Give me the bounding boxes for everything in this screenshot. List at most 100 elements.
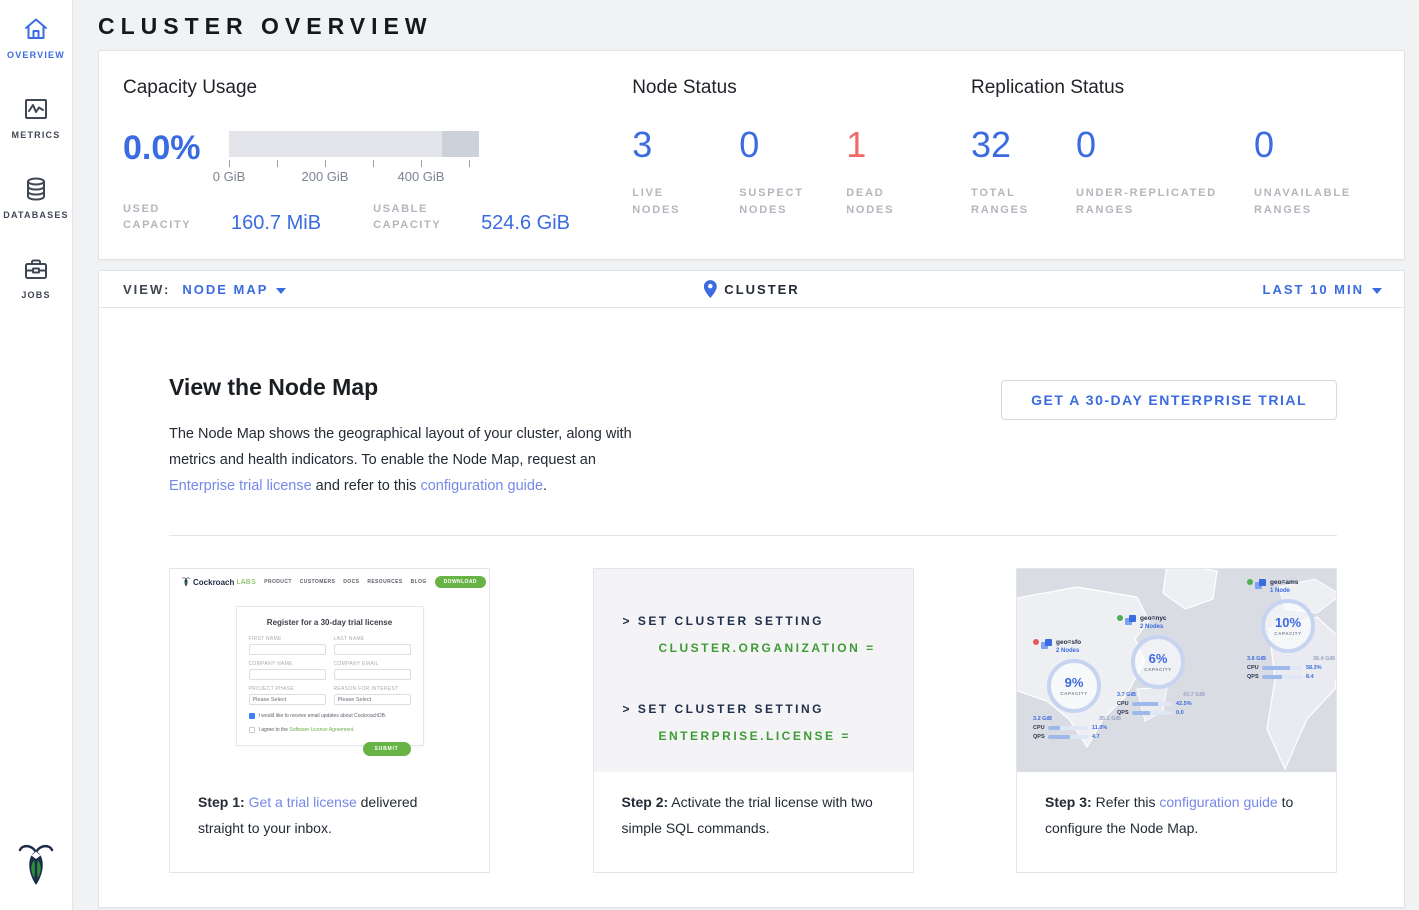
enterprise-trial-license-link[interactable]: Enterprise trial license: [169, 478, 312, 494]
cluster-used: 3.2 GiB: [1033, 716, 1052, 722]
time-range-dropdown[interactable]: LAST 10 MIN: [1263, 282, 1382, 297]
sql-line-2: CLUSTER.ORGANIZATION =: [659, 641, 913, 655]
capacity-gauge: 6% CAPACITY: [1131, 635, 1185, 689]
sidebar-item-databases[interactable]: DATABASES: [3, 174, 68, 220]
cluster-locality: geo=nyc: [1140, 615, 1167, 623]
mini-field-first-name: FIRST NAME: [249, 636, 326, 642]
dead-nodes-stat: 1 DEAD NODES: [846, 125, 953, 219]
suspect-nodes-value: 0: [739, 125, 846, 165]
main-content: CLUSTER OVERVIEW Capacity Usage 0.0%: [73, 0, 1419, 910]
qps-value: 0.0: [1176, 710, 1184, 716]
configuration-guide-link[interactable]: configuration guide: [420, 478, 543, 494]
cluster-locality: geo=ams: [1270, 579, 1298, 587]
mini-input: [334, 644, 411, 655]
used-capacity-value: 160.7 MiB: [231, 213, 321, 233]
chevron-down-icon: [1372, 282, 1382, 297]
qps-label: QPS: [1117, 710, 1132, 716]
mini-site-brand-suffix: LABS: [236, 579, 256, 586]
step1-label: Step 1:: [198, 794, 249, 810]
map-cluster-sfo: geo=sfo 2 Nodes 9% CAPACITY 3.2 GiB35.1 …: [1033, 639, 1125, 740]
step2-card: > SET CLUSTER SETTING CLUSTER.ORGANIZATI…: [593, 568, 914, 873]
capacity-percent: 0.0%: [123, 129, 218, 185]
view-dropdown[interactable]: NODE MAP: [182, 282, 286, 297]
cluster-total: 35.1 GiB: [1099, 716, 1121, 722]
location-pin-icon: [703, 280, 716, 298]
cpu-value: 42.5%: [1176, 701, 1192, 707]
live-nodes-value: 3: [632, 125, 739, 165]
capacity-bar-chart: 0 GiB 200 GiB 400 GiB: [229, 131, 479, 185]
desc-text-1: The Node Map shows the geographical layo…: [169, 426, 632, 468]
capacity-axis-labels: 0 GiB 200 GiB 400 GiB: [229, 169, 469, 185]
cluster-locality: geo=sfo: [1056, 639, 1081, 647]
nodes-cube-icon: [1125, 615, 1136, 626]
mini-checkbox-checked: [249, 713, 255, 719]
mini-form-title: Register for a 30-day trial license: [249, 618, 411, 627]
cpu-value: 11.0%: [1092, 725, 1107, 731]
nodes-cube-icon: [1041, 639, 1052, 650]
usable-capacity-label: USABLE CAPACITY: [373, 201, 469, 233]
mini-input: [249, 669, 326, 680]
mini-bug-logo-icon: [182, 576, 190, 588]
under-replicated-ranges-label: UNDER-REPLICATED RANGES: [1076, 185, 1246, 219]
sidebar: OVERVIEW METRICS DATABASES: [0, 0, 73, 910]
mini-nav-docs: DOCS: [343, 579, 359, 585]
sql-line-1: > SET CLUSTER SETTING: [623, 614, 913, 628]
usable-capacity-value: 524.6 GiB: [481, 213, 570, 233]
metrics-icon: [21, 94, 51, 124]
step3-image-node-map-preview: geo=sfo 2 Nodes 9% CAPACITY 3.2 GiB35.1 …: [1017, 569, 1336, 772]
unavailable-ranges-label: UNAVAILABLE RANGES: [1254, 185, 1364, 219]
view-label: VIEW:: [123, 282, 170, 297]
mini-field-company-email: COMPANY EMAIL: [334, 661, 411, 667]
mini-site-brand-name: Cockroach: [193, 578, 234, 587]
scope-breadcrumb[interactable]: CLUSTER: [703, 280, 799, 298]
capacity-gauge: 9% CAPACITY: [1047, 659, 1101, 713]
mini-checkbox-empty: [249, 727, 255, 733]
suspect-nodes-stat: 0 SUSPECT NODES: [739, 125, 846, 219]
page-title: CLUSTER OVERVIEW: [98, 13, 1405, 40]
cpu-value: 58.3%: [1306, 665, 1322, 671]
mini-field-company-name: COMPANY NAME: [249, 661, 326, 667]
mini-nav-customers: CUSTOMERS: [300, 579, 335, 585]
axis-label-200: 200 GiB: [302, 169, 349, 184]
total-ranges-value: 32: [971, 125, 1076, 165]
map-cluster-nyc: geo=nyc 2 Nodes 6% CAPACITY 3.7 GiB43.7 …: [1117, 615, 1209, 716]
get-trial-license-link[interactable]: Get a trial license: [249, 794, 357, 810]
dead-nodes-value: 1: [846, 125, 953, 165]
mini-license-link: Software License Agreement.: [289, 727, 354, 733]
cluster-total: 43.7 GiB: [1183, 692, 1205, 698]
enterprise-trial-button[interactable]: GET A 30-DAY ENTERPRISE TRIAL: [1001, 380, 1337, 420]
sidebar-item-metrics[interactable]: METRICS: [12, 94, 61, 140]
mini-checkbox1-label: I would like to receive email updates ab…: [259, 713, 387, 719]
sidebar-item-overview[interactable]: OVERVIEW: [7, 14, 65, 60]
section-divider: [169, 535, 1337, 536]
nodes-cube-icon: [1255, 579, 1266, 590]
cpu-label: CPU: [1033, 725, 1048, 731]
sidebar-item-jobs[interactable]: JOBS: [21, 254, 51, 300]
sql-line-3: > SET CLUSTER SETTING: [623, 702, 913, 716]
sidebar-label-metrics: METRICS: [12, 130, 61, 140]
step1-card: Cockroach LABS PRODUCT CUSTOMERS DOCS RE…: [169, 568, 490, 873]
cpu-label: CPU: [1247, 665, 1262, 671]
step3-label: Step 3:: [1045, 794, 1092, 810]
mini-input: [249, 644, 326, 655]
step3-text-pre: Refer this: [1092, 794, 1160, 810]
replication-status-title: Replication Status: [971, 77, 1404, 99]
node-map-heading: View the Node Map: [169, 374, 639, 401]
mini-submit-button: SUBMIT: [363, 742, 411, 756]
home-icon: [21, 14, 51, 44]
live-nodes-stat: 3 LIVE NODES: [632, 125, 739, 219]
gauge-percent: 9%: [1065, 676, 1084, 689]
capacity-usage-section: Capacity Usage 0.0% 0 GiB: [123, 77, 632, 259]
view-toolbar: VIEW: NODE MAP CLUSTER LAST 10 MIN: [99, 271, 1404, 308]
briefcase-icon: [21, 254, 51, 284]
cluster-node-count: 1 Node: [1270, 587, 1298, 595]
mini-input: [334, 669, 411, 680]
mini-field-project-phase: PROJECT PHASE: [249, 686, 326, 692]
capacity-bar-usable-segment: [229, 131, 442, 157]
step2-image-sql-commands: > SET CLUSTER SETTING CLUSTER.ORGANIZATI…: [594, 569, 913, 772]
configuration-guide-link-2[interactable]: configuration guide: [1159, 794, 1277, 810]
step1-caption: Step 1: Get a trial license delivered st…: [170, 772, 489, 841]
capacity-gauge: 10% CAPACITY: [1261, 599, 1315, 653]
axis-label-0: 0 GiB: [213, 169, 246, 184]
live-nodes-label: LIVE NODES: [632, 185, 712, 219]
